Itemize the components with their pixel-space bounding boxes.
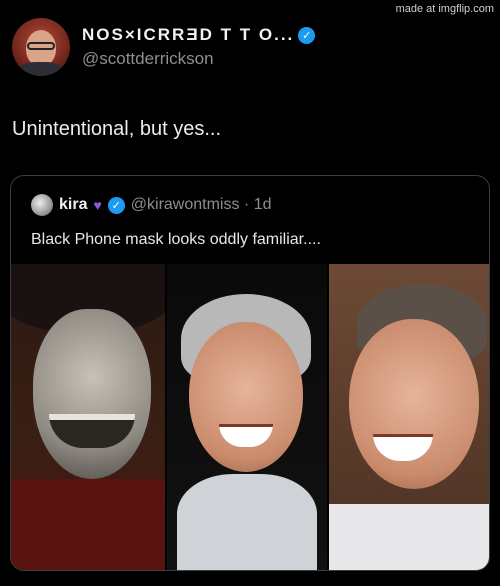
quoted-verified-badge-icon: ✓ [107, 196, 125, 214]
masked-figure-photo[interactable] [11, 264, 166, 570]
quoted-author-name[interactable]: kira [59, 196, 87, 214]
quoted-tweet-card[interactable]: kira ♥ ✓ @kirawontmiss · 1d Black Phone … [10, 175, 490, 571]
quoted-tweet-text: Black Phone mask looks oddly familiar...… [31, 231, 321, 248]
author-display-name[interactable]: NOS×ICRRƎD T T O... [82, 25, 294, 45]
purple-heart-icon: ♥ [93, 197, 102, 213]
tweet-text: Unintentional, but yes... [12, 118, 222, 140]
laughing-man-photo[interactable] [328, 264, 489, 570]
smiling-man-photo[interactable] [167, 264, 327, 570]
quoted-author-handle-time[interactable]: @kirawontmiss · 1d [131, 196, 272, 214]
quoted-media-grid[interactable] [11, 264, 489, 570]
display-name-row: NOS×ICRRƎD T T O... ✓ [82, 25, 316, 45]
author-avatar[interactable] [12, 18, 70, 76]
author-names: NOS×ICRRƎD T T O... ✓ @scottderrickson [82, 25, 316, 69]
quoted-author-avatar[interactable] [31, 194, 53, 216]
tweet-header: NOS×ICRRƎD T T O... ✓ @scottderrickson [12, 18, 316, 76]
author-handle[interactable]: @scottderrickson [82, 49, 315, 69]
quoted-tweet-header: kira ♥ ✓ @kirawontmiss · 1d [31, 194, 272, 216]
imgflip-watermark: made at imgflip.com [395, 3, 494, 15]
verified-badge-icon: ✓ [298, 26, 316, 44]
